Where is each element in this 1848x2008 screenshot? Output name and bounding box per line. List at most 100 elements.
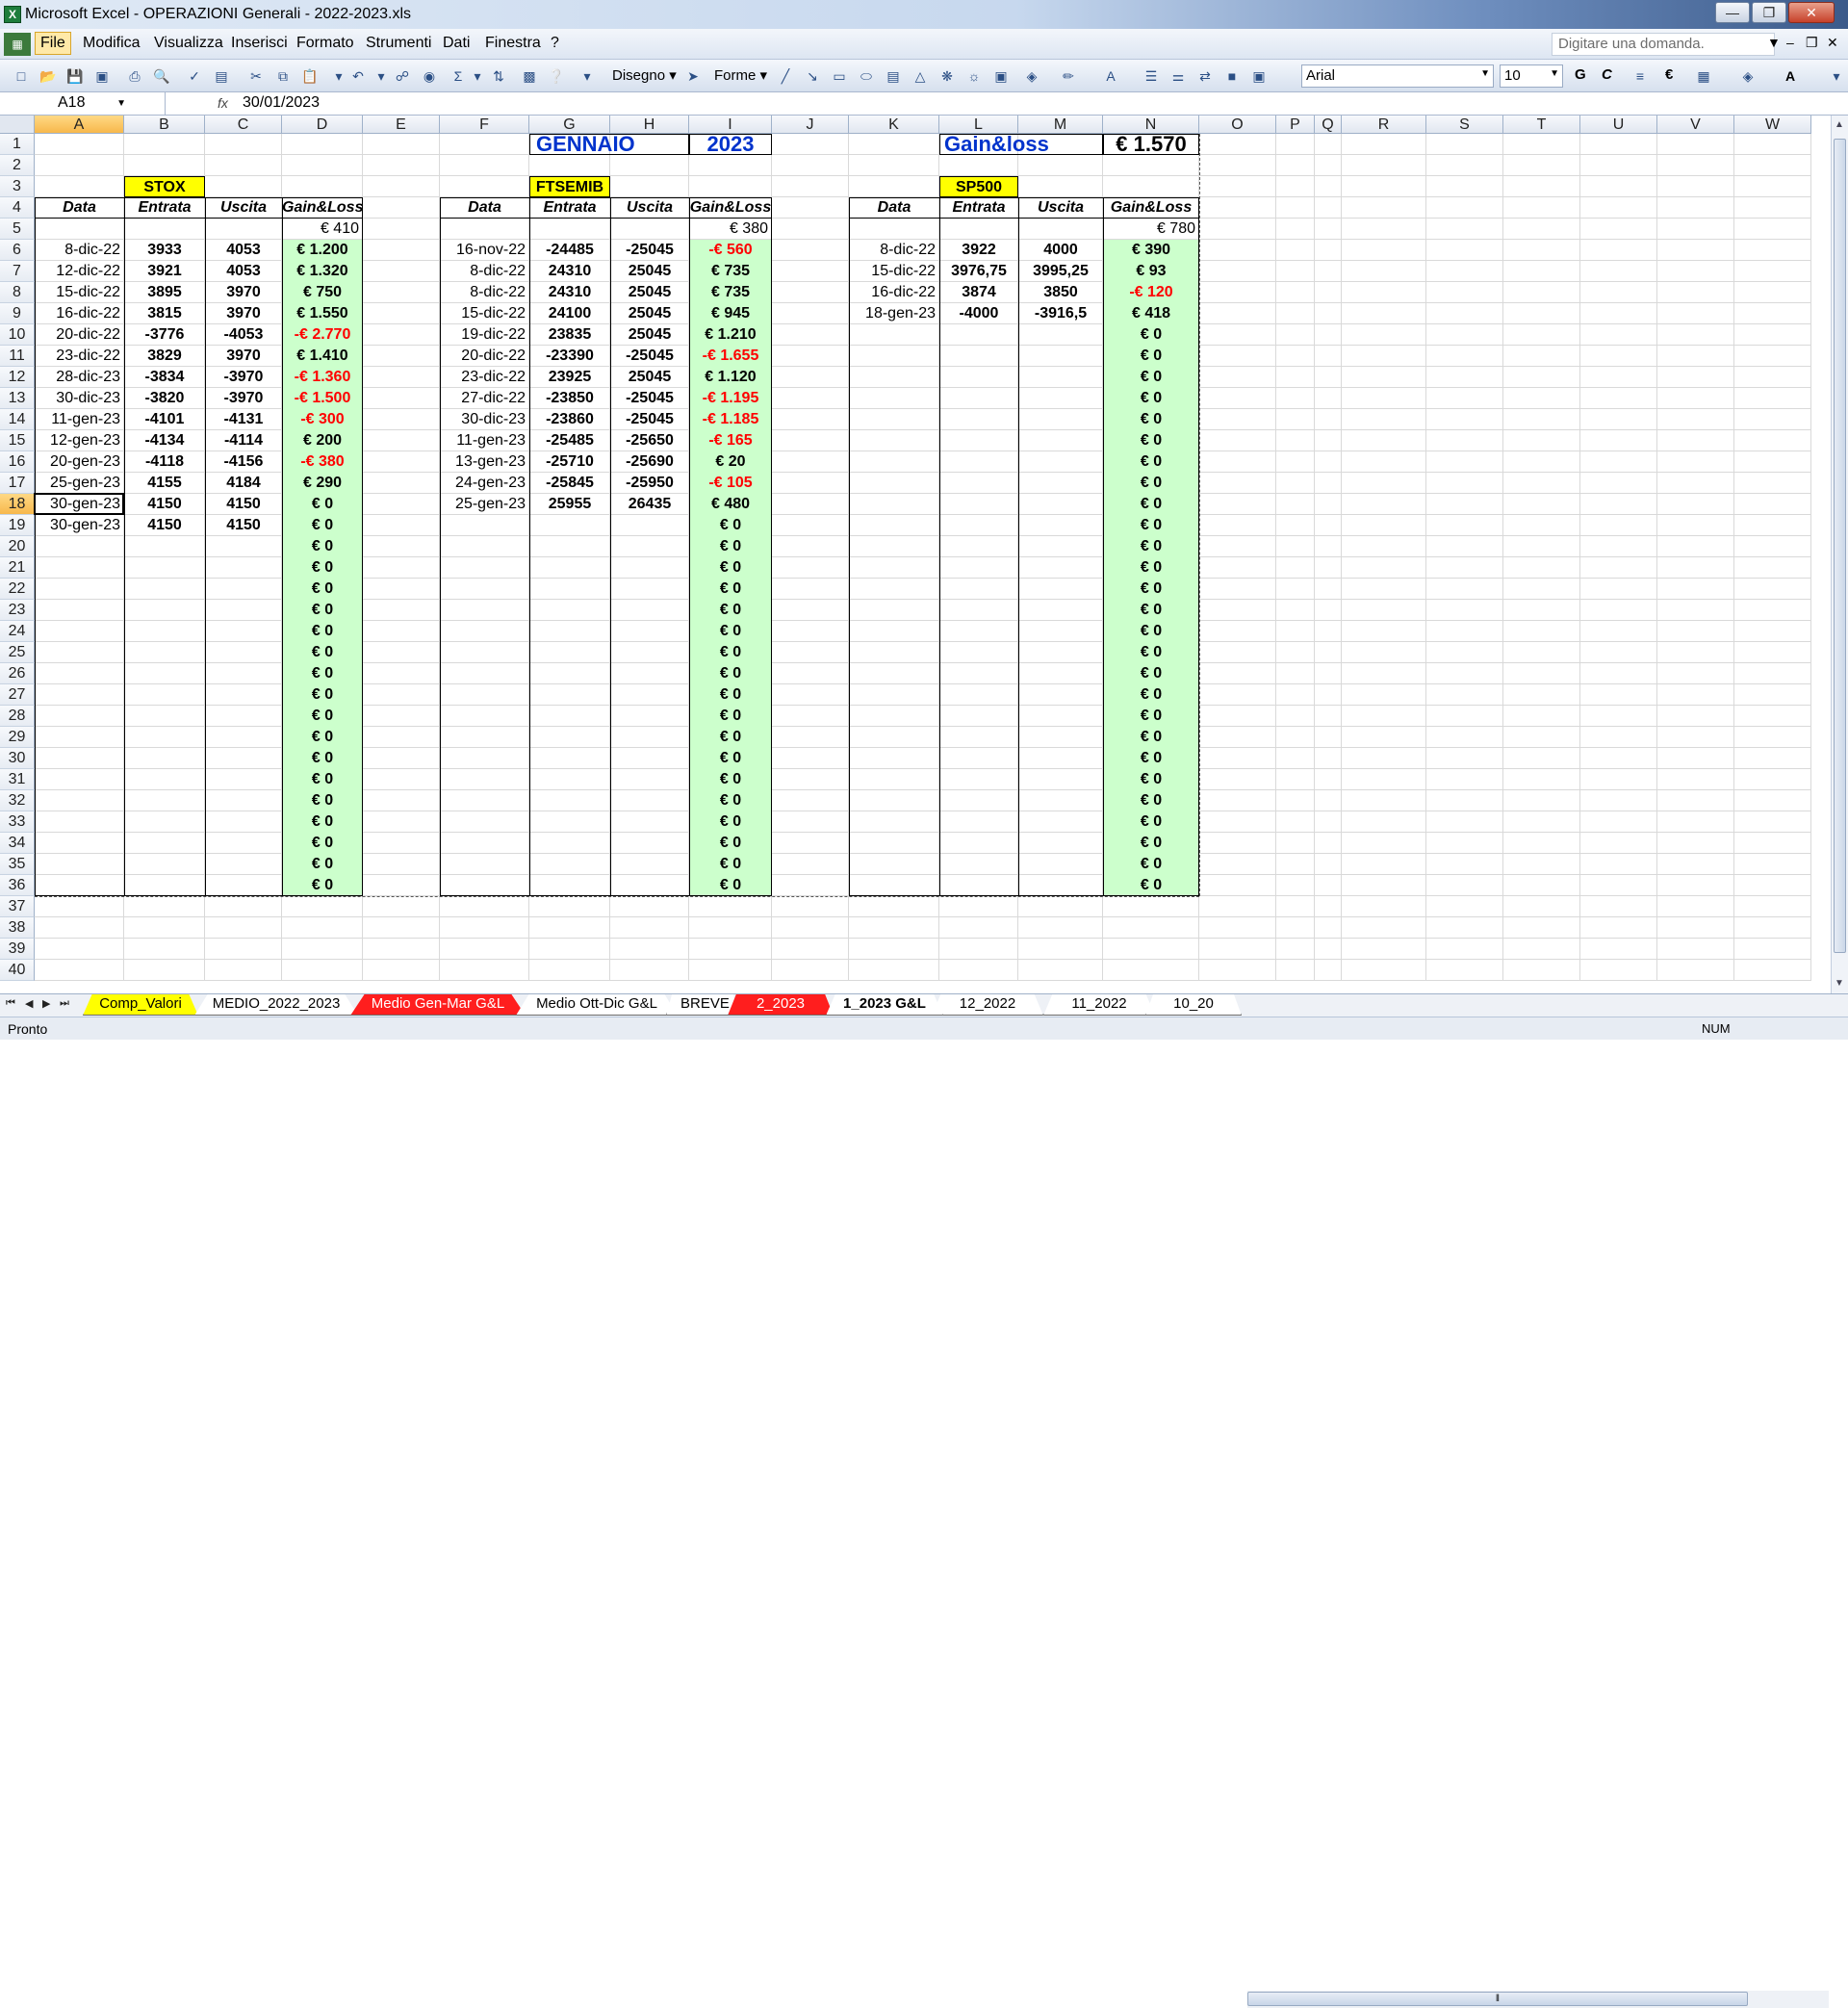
wordart-icon[interactable]: △ bbox=[911, 66, 930, 86]
row-header[interactable]: 30 bbox=[0, 748, 35, 769]
row-header[interactable]: 32 bbox=[0, 790, 35, 811]
excel-icon[interactable]: X bbox=[4, 6, 21, 23]
ftsemib-exit-cell[interactable]: -25045 bbox=[610, 240, 689, 261]
insert-function-icon[interactable]: fx bbox=[218, 95, 228, 111]
arrow-icon[interactable]: ↘ bbox=[803, 66, 822, 86]
workbook-icon[interactable]: ▦ bbox=[4, 33, 31, 56]
stox-gl-cell[interactable]: € 0 bbox=[282, 579, 363, 600]
ftsemib-gl-cell[interactable]: € 1.210 bbox=[689, 324, 772, 346]
ftsemib-gl-cell[interactable]: € 0 bbox=[689, 600, 772, 621]
stox-gl-cell[interactable]: € 0 bbox=[282, 854, 363, 875]
font-size-combo[interactable]: 10 ▼ bbox=[1500, 64, 1563, 88]
stox-date-cell[interactable]: 8-dic-22 bbox=[35, 240, 124, 261]
sp500-gl-cell[interactable]: € 0 bbox=[1103, 324, 1199, 346]
3d-style-icon[interactable]: ▣ bbox=[1249, 66, 1269, 86]
stox-header-cell[interactable]: Uscita bbox=[205, 197, 282, 219]
row-header[interactable]: 39 bbox=[0, 939, 35, 960]
menu-item-inserisci[interactable]: Inserisci bbox=[231, 35, 288, 52]
fill-color-cell-icon[interactable]: ◈ bbox=[1738, 66, 1758, 86]
ftsemib-gl-cell[interactable]: € 0 bbox=[689, 790, 772, 811]
ftsemib-gl-cell[interactable]: -€ 1.655 bbox=[689, 346, 772, 367]
year-cell[interactable]: 2023 bbox=[689, 134, 772, 155]
ftsemib-exit-cell[interactable]: 25045 bbox=[610, 261, 689, 282]
stox-gl-cell[interactable]: € 0 bbox=[282, 557, 363, 579]
row-header[interactable]: 3 bbox=[0, 176, 35, 197]
sp500-gl-cell[interactable]: € 0 bbox=[1103, 748, 1199, 769]
ftsemib-date-cell[interactable]: 20-dic-22 bbox=[440, 346, 529, 367]
menu-item-finestra[interactable]: Finestra bbox=[485, 35, 541, 52]
formula-input[interactable]: 30/01/2023 bbox=[243, 94, 320, 112]
stox-header-cell[interactable]: Data bbox=[35, 197, 124, 219]
stox-gl-cell[interactable]: € 750 bbox=[282, 282, 363, 303]
stox-entry-cell[interactable]: 4150 bbox=[124, 515, 205, 536]
sp500-gl-cell[interactable]: € 0 bbox=[1103, 409, 1199, 430]
undo-icon[interactable]: ↶ bbox=[348, 66, 368, 86]
stox-gl-cell[interactable]: € 0 bbox=[282, 663, 363, 684]
print-icon[interactable]: ⎙ bbox=[125, 66, 144, 86]
ftsemib-gl-cell[interactable]: € 1.120 bbox=[689, 367, 772, 388]
ftsemib-date-cell[interactable]: 24-gen-23 bbox=[440, 473, 529, 494]
ftsemib-gl-cell[interactable]: € 0 bbox=[689, 833, 772, 854]
sp500-gl-cell[interactable]: € 0 bbox=[1103, 642, 1199, 663]
row-header[interactable]: 26 bbox=[0, 663, 35, 684]
stox-title-cell[interactable]: STOX bbox=[124, 176, 205, 197]
row-header[interactable]: 17 bbox=[0, 473, 35, 494]
vertical-scroll-thumb[interactable] bbox=[1834, 139, 1846, 953]
stox-exit-cell[interactable]: 4184 bbox=[205, 473, 282, 494]
ftsemib-exit-cell[interactable]: -25045 bbox=[610, 346, 689, 367]
stox-gl-cell[interactable]: € 0 bbox=[282, 727, 363, 748]
ftsemib-entry-cell[interactable]: -25710 bbox=[529, 451, 610, 473]
line-style-icon[interactable]: ☰ bbox=[1142, 66, 1161, 86]
help-dropdown-icon[interactable]: ▼ bbox=[1767, 35, 1781, 50]
stox-header-cell[interactable]: Entrata bbox=[124, 197, 205, 219]
permission-icon[interactable]: ▣ bbox=[92, 66, 112, 86]
column-header-w[interactable]: W bbox=[1734, 116, 1811, 134]
prev-sheet-icon[interactable]: ◀ bbox=[25, 997, 33, 1010]
sp500-gl-cell[interactable]: € 0 bbox=[1103, 367, 1199, 388]
stox-gl-cell[interactable]: € 0 bbox=[282, 642, 363, 663]
stox-date-cell[interactable]: 11-gen-23 bbox=[35, 409, 124, 430]
doc-restore-icon[interactable]: ❐ bbox=[1806, 35, 1818, 51]
sheet-tab[interactable]: 12_2022 G&L bbox=[932, 994, 1043, 1016]
stox-entry-cell[interactable]: -4101 bbox=[124, 409, 205, 430]
sp500-exit-cell[interactable]: -3916,5 bbox=[1018, 303, 1103, 324]
stox-date-cell[interactable]: 28-dic-23 bbox=[35, 367, 124, 388]
autosum-icon[interactable]: Σ bbox=[449, 66, 468, 86]
ftsemib-date-cell[interactable]: 13-gen-23 bbox=[440, 451, 529, 473]
paste-icon[interactable]: 📋 bbox=[300, 66, 320, 86]
stox-exit-cell[interactable]: -4156 bbox=[205, 451, 282, 473]
font-color-draw-icon[interactable]: A bbox=[1101, 66, 1120, 86]
ftsemib-entry-cell[interactable]: 24100 bbox=[529, 303, 610, 324]
row-header[interactable]: 18 bbox=[0, 494, 35, 515]
sp500-entry-cell[interactable]: 3922 bbox=[939, 240, 1018, 261]
ftsemib-exit-cell[interactable]: 25045 bbox=[610, 282, 689, 303]
sp500-exit-cell[interactable]: 3995,25 bbox=[1018, 261, 1103, 282]
next-sheet-icon[interactable]: ▶ bbox=[42, 997, 50, 1010]
stox-date-cell[interactable]: 12-dic-22 bbox=[35, 261, 124, 282]
sort-icon[interactable]: ⇅ bbox=[489, 66, 508, 86]
menu-item-formato[interactable]: Formato bbox=[296, 35, 354, 52]
row-header[interactable]: 35 bbox=[0, 854, 35, 875]
doc-minimize-icon[interactable]: – bbox=[1786, 35, 1794, 50]
stox-date-cell[interactable]: 25-gen-23 bbox=[35, 473, 124, 494]
ftsemib-date-cell[interactable]: 23-dic-22 bbox=[440, 367, 529, 388]
menu-item-modifica[interactable]: Modifica bbox=[83, 35, 141, 52]
stox-exit-cell[interactable]: -4114 bbox=[205, 430, 282, 451]
ftsemib-entry-cell[interactable]: -23390 bbox=[529, 346, 610, 367]
sp500-gl-cell[interactable]: € 0 bbox=[1103, 811, 1199, 833]
column-header-o[interactable]: O bbox=[1199, 116, 1276, 134]
stox-exit-cell[interactable]: -3970 bbox=[205, 388, 282, 409]
stox-gl-cell[interactable]: -€ 2.770 bbox=[282, 324, 363, 346]
row-header[interactable]: 24 bbox=[0, 621, 35, 642]
last-sheet-icon[interactable]: ⏭ bbox=[60, 997, 69, 1010]
ftsemib-gl-cell[interactable]: € 480 bbox=[689, 494, 772, 515]
stox-gl-cell[interactable]: -€ 380 bbox=[282, 451, 363, 473]
ftsemib-exit-cell[interactable]: -25690 bbox=[610, 451, 689, 473]
ftsemib-date-cell[interactable]: 8-dic-22 bbox=[440, 261, 529, 282]
sp500-date-cell[interactable]: 15-dic-22 bbox=[849, 261, 939, 282]
sp500-header-cell[interactable]: Uscita bbox=[1018, 197, 1103, 219]
sp500-gl-cell[interactable]: € 418 bbox=[1103, 303, 1199, 324]
sp500-date-cell[interactable]: 16-dic-22 bbox=[849, 282, 939, 303]
sp500-gl-cell[interactable]: € 0 bbox=[1103, 706, 1199, 727]
row-header[interactable]: 7 bbox=[0, 261, 35, 282]
